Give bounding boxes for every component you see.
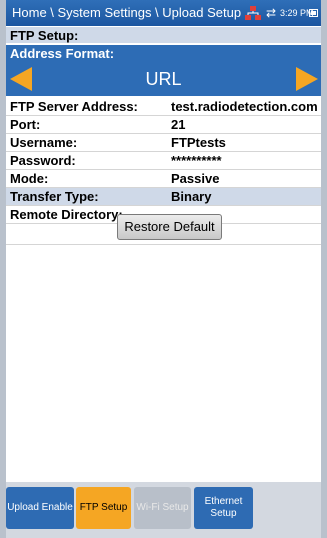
address-format-selector[interactable]: URL	[6, 62, 321, 96]
section-title: FTP Setup:	[6, 27, 321, 44]
field-mode[interactable]: Mode: Passive	[6, 170, 321, 188]
tab-upload-enable[interactable]: Upload Enable	[6, 487, 74, 529]
field-value: FTPtests	[171, 135, 226, 150]
field-label: Password:	[10, 153, 76, 168]
field-port[interactable]: Port: 21	[6, 116, 321, 134]
app-frame: Home \ System Settings \ Upload Setup ⇄ …	[0, 0, 327, 538]
field-label: FTP Server Address:	[10, 99, 138, 114]
field-transfer-type[interactable]: Transfer Type: Binary	[6, 188, 321, 206]
restore-default-button[interactable]: Restore Default	[117, 214, 222, 240]
address-format-label: Address Format:	[6, 45, 321, 62]
field-value: Binary	[171, 189, 212, 204]
field-value: Passive	[171, 171, 220, 186]
tab-ftp-setup[interactable]: FTP Setup	[76, 487, 131, 529]
field-username[interactable]: Username: FTPtests	[6, 134, 321, 152]
transfer-arrows-icon: ⇄	[266, 6, 277, 20]
field-ftp-server-address[interactable]: FTP Server Address: test.radiodetection.…	[6, 98, 321, 116]
restore-row: Restore Default	[6, 206, 321, 245]
field-label: Username:	[10, 135, 78, 150]
address-format-value: URL	[145, 69, 182, 89]
field-label: Port:	[10, 117, 41, 132]
title-bar: Home \ System Settings \ Upload Setup ⇄ …	[6, 0, 321, 26]
tab-ethernet-setup[interactable]: Ethernet Setup	[194, 487, 253, 529]
field-label: Transfer Type:	[10, 189, 99, 204]
tab-wifi-setup[interactable]: Wi-Fi Setup	[134, 487, 191, 529]
right-arrow-icon[interactable]	[292, 65, 320, 93]
field-password[interactable]: Password: **********	[6, 152, 321, 170]
field-label: Mode:	[10, 171, 49, 186]
network-icon	[245, 6, 261, 20]
field-value: test.radiodetection.com	[171, 99, 318, 114]
breadcrumb[interactable]: Home \ System Settings \ Upload Setup	[12, 0, 241, 26]
field-value: **********	[171, 153, 222, 168]
battery-icon	[309, 9, 318, 17]
field-value: 21	[171, 117, 186, 132]
bottom-tab-bar: Upload Enable FTP Setup Wi-Fi Setup Ethe…	[6, 482, 321, 538]
